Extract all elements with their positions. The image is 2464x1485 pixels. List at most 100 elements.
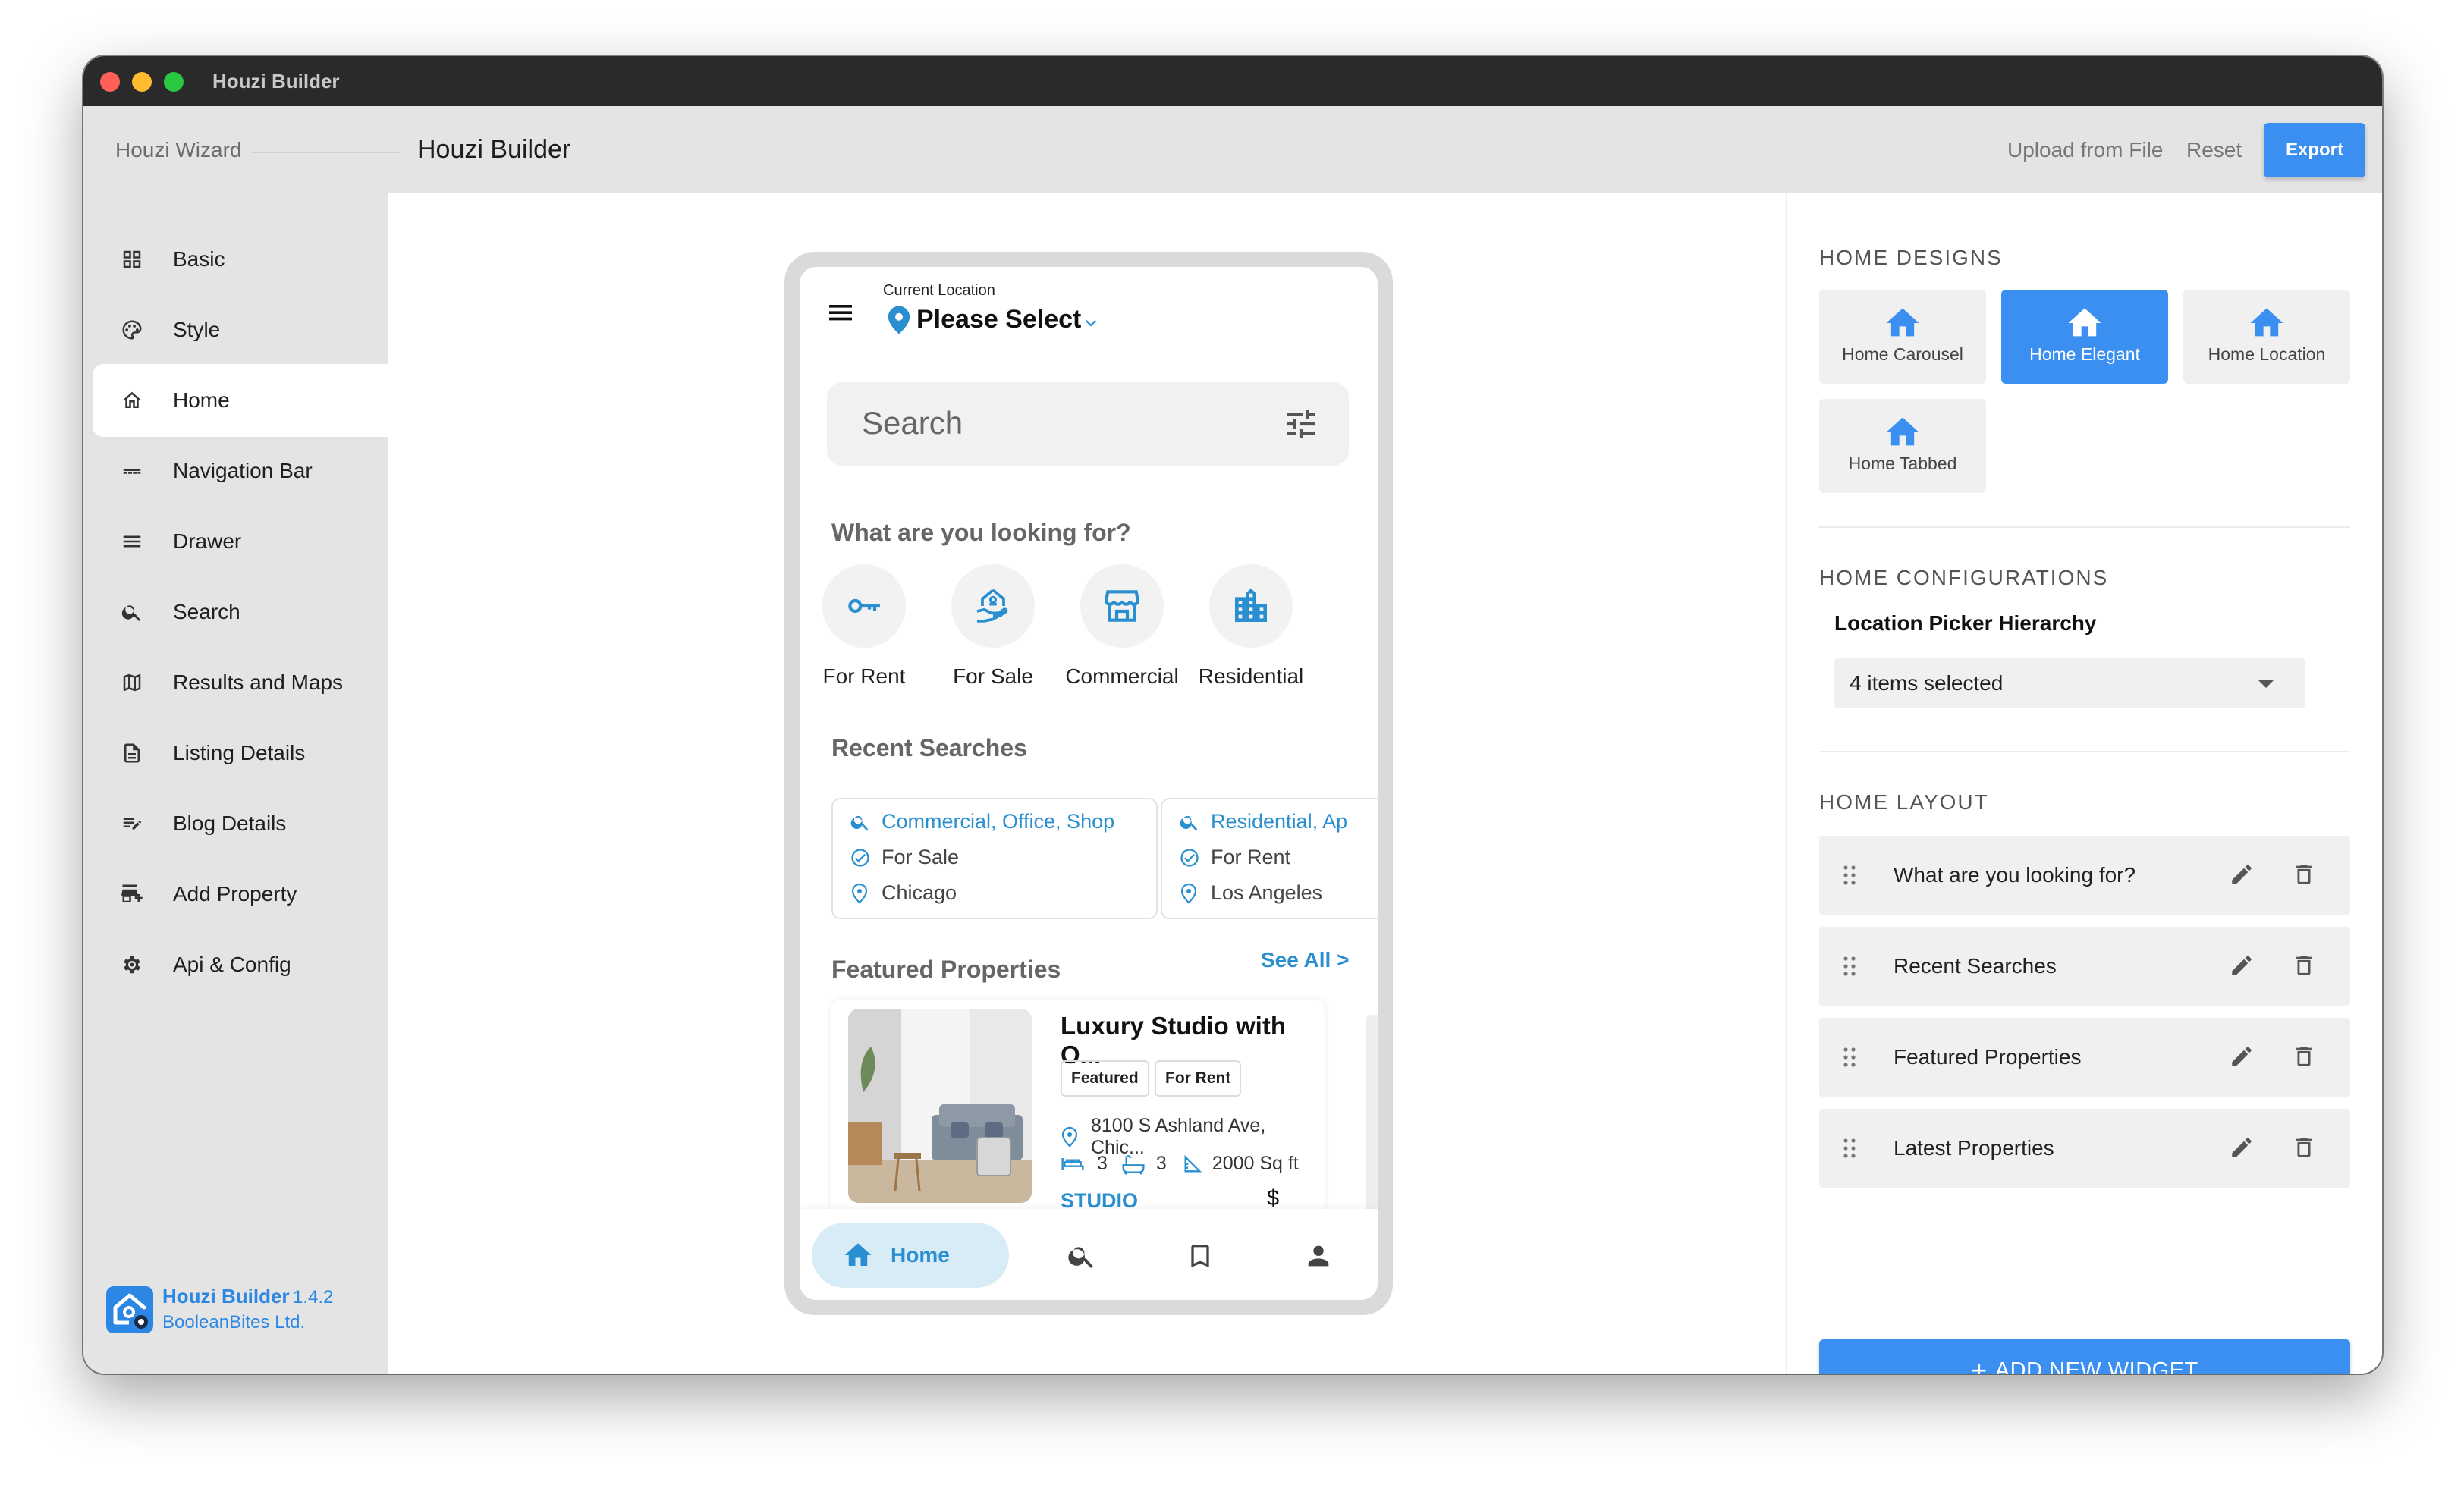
drag-handle-icon[interactable] [1842,1047,1857,1072]
sidebar-item-api-config[interactable]: Api & Config [93,928,388,1001]
nav-profile-icon[interactable] [1303,1241,1334,1271]
drag-handle-icon[interactable] [1842,956,1857,981]
map-icon [118,669,146,696]
window-title: Houzi Builder [212,70,340,93]
nav-search-icon[interactable] [1067,1241,1097,1271]
home-icon [1886,308,1919,337]
nav-bar-icon [118,457,146,485]
search-icon [118,598,146,626]
location-select[interactable]: Please Select [916,305,1081,334]
location-pin-icon [1179,883,1202,904]
key-icon [848,598,880,614]
sidebar-item-drawer[interactable]: Drawer [93,505,388,578]
edit-icon[interactable] [2229,1135,2255,1164]
edit-icon[interactable] [2229,953,2255,982]
maximize-window-button[interactable] [164,72,184,92]
design-label: Home Location [2208,344,2326,364]
search-input[interactable]: Search [827,382,1349,466]
breadcrumb-wizard[interactable]: Houzi Wizard [115,138,241,162]
add-new-widget-button[interactable]: + ADD NEW WIDGET [1819,1339,2350,1374]
edit-note-icon [118,810,146,837]
category-label: Commercial [1065,664,1179,688]
home-icon [2250,308,2283,337]
category-residential[interactable]: Residential [1186,564,1315,689]
sidebar-item-home[interactable]: Home [93,364,388,437]
brand-name: Houzi Builder [162,1285,290,1308]
recent-search-city: Chicago [882,881,957,904]
delete-icon[interactable] [2291,953,2317,982]
sidebar-item-search[interactable]: Search [93,576,388,648]
category-commercial[interactable]: Commercial [1058,564,1186,689]
edit-icon[interactable] [2229,862,2255,891]
layout-row[interactable]: Recent Searches [1819,927,2350,1006]
see-all-link[interactable]: See All > [1261,948,1349,972]
delete-icon[interactable] [2291,862,2317,891]
upload-from-file-button[interactable]: Upload from File [2007,138,2163,162]
delete-icon[interactable] [2291,1044,2317,1073]
location-value: Please Select [916,305,1082,334]
bottom-navigation: Home [800,1209,1378,1300]
sidebar-item-label: Api & Config [173,953,291,976]
category-for-sale[interactable]: For Sale [929,564,1058,689]
recent-search-city: Los Angeles [1211,881,1323,904]
location-pin-icon [1061,1126,1079,1148]
layout-row-label: Featured Properties [1894,1045,2082,1069]
delete-icon[interactable] [2291,1135,2317,1164]
sidebar-item-results-and-maps[interactable]: Results and Maps [93,646,388,719]
title-bar: Houzi Builder [83,56,2382,106]
palette-icon [118,316,146,344]
layout-row[interactable]: What are you looking for? [1819,836,2350,915]
sidebar-item-blog-details[interactable]: Blog Details [93,787,388,860]
divider [1819,526,2350,528]
breadcrumb-divider [252,152,401,153]
location-pin-icon [850,883,872,904]
sidebar-item-label: Basic [173,247,225,271]
reset-button[interactable]: Reset [2186,138,2242,162]
badge-featured: Featured [1061,1060,1149,1097]
sidebar-item-label: Navigation Bar [173,459,313,482]
phone-frame: Current Location Please Select Search Wh… [784,252,1393,1315]
export-button[interactable]: Export [2264,123,2365,177]
divider [1819,751,2350,752]
layout-row[interactable]: Latest Properties [1819,1109,2350,1188]
design-home-location[interactable]: Home Location [2183,290,2350,384]
location-picker-select[interactable]: 4 items selected [1834,658,2305,708]
sidebar-item-add-property[interactable]: Add Property [93,858,388,931]
home-icon [842,1239,874,1271]
grid-icon [118,246,146,273]
design-home-elegant[interactable]: Home Elegant [2001,290,2168,384]
nav-bookmark-icon[interactable] [1185,1241,1215,1271]
location-picker-label: Location Picker Hierarchy [1834,611,2097,635]
category-for-rent[interactable]: For Rent [800,564,929,689]
design-home-tabbed[interactable]: Home Tabbed [1819,399,1986,493]
design-home-carousel[interactable]: Home Carousel [1819,290,1986,384]
recent-search-status: For Rent [1211,846,1291,868]
sidebar-item-listing-details[interactable]: Listing Details [93,717,388,790]
recent-search-card[interactable]: Residential, Ap For Rent Los Angeles [1161,798,1378,919]
featured-properties-title: Featured Properties [831,956,1061,983]
home-icon [118,387,146,414]
hamburger-menu-icon[interactable] [825,297,856,331]
area-icon [1182,1154,1203,1175]
filter-icon[interactable] [1282,405,1320,447]
sidebar-item-navigation-bar[interactable]: Navigation Bar [93,435,388,507]
sidebar-item-style[interactable]: Style [93,294,388,366]
plus-icon: + [1971,1355,1988,1374]
property-area: 2000 Sq ft [1212,1153,1299,1174]
layout-row[interactable]: Featured Properties [1819,1018,2350,1097]
drag-handle-icon[interactable] [1842,865,1857,890]
location-picker-value: 4 items selected [1850,671,2004,695]
sidebar: Basic Style Home Navigation Bar Drawer S… [83,193,388,1374]
minimize-window-button[interactable] [132,72,152,92]
property-card[interactable]: Luxury Studio with O... Featured For Ren… [831,1000,1341,1235]
chevron-down-icon[interactable] [1080,312,1102,338]
drag-handle-icon[interactable] [1842,1138,1857,1163]
sidebar-item-label: Results and Maps [173,670,344,694]
next-property-card[interactable] [1366,1015,1378,1212]
nav-home-button[interactable]: Home [812,1223,1009,1288]
edit-icon[interactable] [2229,1044,2255,1073]
sidebar-item-basic[interactable]: Basic [93,223,388,296]
recent-search-card[interactable]: Commercial, Office, Shop For Sale Chicag… [831,798,1158,919]
close-window-button[interactable] [100,72,120,92]
sidebar-item-label: Add Property [173,882,297,906]
